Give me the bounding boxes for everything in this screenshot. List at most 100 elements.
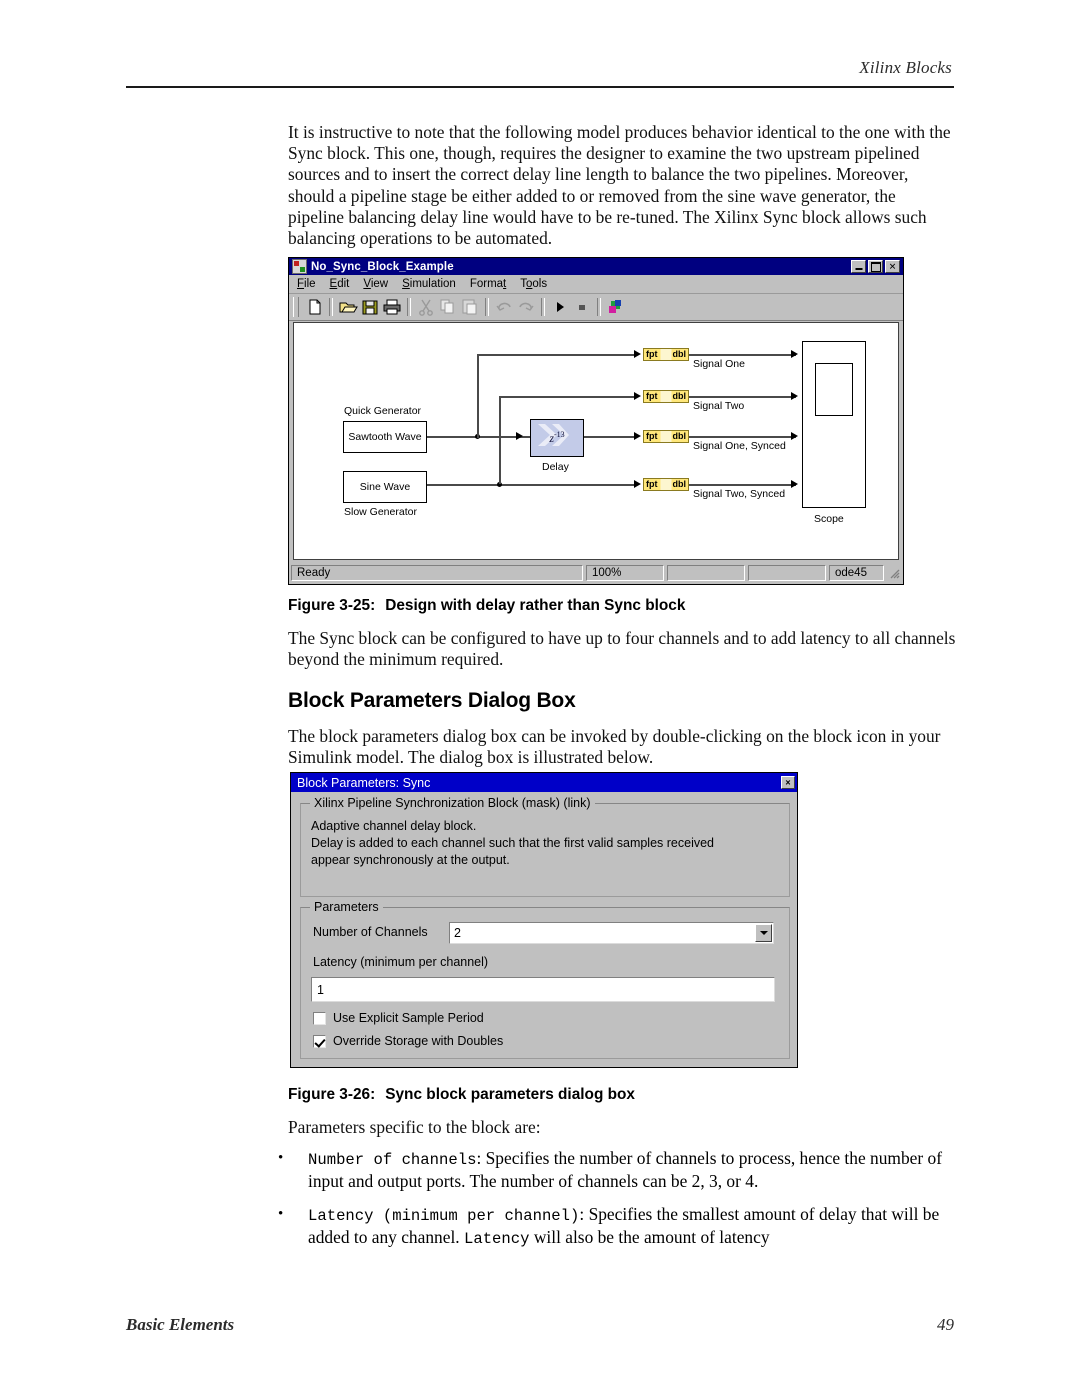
figure-3-26-caption-text: Sync block parameters dialog box: [385, 1086, 635, 1103]
dialog-titlebar: Block Parameters: Sync ×: [291, 773, 797, 792]
dialog-intro-paragraph-text: The block parameters dialog box can be i…: [288, 726, 941, 768]
simulink-window[interactable]: No_Sync_Block_Example ✕ File Edit View S…: [288, 257, 904, 585]
bullet-dot: •: [278, 1150, 284, 1166]
use-explicit-sample-period-row[interactable]: Use Explicit Sample Period: [313, 1011, 484, 1025]
intro-paragraph: It is instructive to note that the follo…: [288, 122, 956, 249]
wire-gw1-scope: [689, 354, 796, 356]
menu-edit[interactable]: Edit: [330, 278, 350, 290]
copy-icon[interactable]: [438, 297, 458, 317]
figure-3-26-number: Figure 3-26:: [288, 1086, 376, 1103]
number-of-channels-value: 2: [454, 926, 461, 940]
wire-sine-out: [427, 484, 637, 486]
cut-scissors-icon[interactable]: [416, 297, 436, 317]
arrow-gateway-1: [634, 350, 641, 358]
gateway-right-label: dbl: [672, 349, 687, 359]
gateway-out-3[interactable]: fpt dbl: [643, 430, 689, 443]
mask-description-group: Xilinx Pipeline Synchronization Block (m…: [300, 796, 790, 897]
minimize-button[interactable]: [851, 260, 866, 273]
parameters-group: Parameters Number of Channels 2 Latency …: [300, 900, 790, 1059]
gateway-right-label: dbl: [672, 431, 687, 441]
print-icon[interactable]: [382, 297, 402, 317]
figure-3-25-number: Figure 3-25:: [288, 597, 376, 614]
override-storage-with-doubles-checkbox[interactable]: [313, 1034, 326, 1048]
zoom-level: 100%: [586, 565, 664, 581]
params-intro-text: Parameters specific to the block are:: [288, 1117, 541, 1137]
sawtooth-wave-label: Sawtooth Wave: [348, 431, 422, 443]
override-storage-with-doubles-row[interactable]: Override Storage with Doubles: [313, 1034, 503, 1048]
menu-format[interactable]: Format: [470, 278, 506, 290]
delay-block-label: Delay: [542, 461, 569, 473]
close-button[interactable]: ✕: [885, 260, 900, 273]
mask-description-line-3: appear synchronously at the output.: [311, 853, 510, 867]
sine-wave-block[interactable]: Sine Wave: [343, 471, 427, 503]
toolbar-grip[interactable]: [293, 297, 299, 317]
arrow-scope-in-2: [791, 392, 798, 400]
simulink-titlebar: No_Sync_Block_Example ✕: [289, 258, 903, 275]
menu-view[interactable]: View: [363, 278, 388, 290]
intro-paragraph-text: It is instructive to note that the follo…: [288, 122, 951, 249]
arrow-gateway-4: [634, 480, 641, 488]
latency-input[interactable]: 1: [311, 977, 775, 1002]
use-explicit-sample-period-checkbox[interactable]: [313, 1011, 326, 1025]
list-item: • Latency (minimum per channel): Specifie…: [270, 1204, 970, 1251]
gateway-out-1[interactable]: fpt dbl: [643, 348, 689, 361]
scope-label: Scope: [814, 513, 844, 525]
gateway-out-4[interactable]: fpt dbl: [643, 478, 689, 491]
wire-gw4-scope: [689, 484, 796, 486]
mid-paragraph-text: The Sync block can be configured to have…: [288, 628, 956, 670]
sawtooth-wave-block[interactable]: Sawtooth Wave: [343, 421, 427, 453]
bullet-dot: •: [278, 1205, 284, 1222]
simulink-window-title: No_Sync_Block_Example: [311, 260, 454, 273]
list-item: • Number of channels: Specifies the numbe…: [270, 1148, 970, 1193]
paste-icon[interactable]: [460, 297, 480, 317]
stop-simulation-icon[interactable]: [572, 297, 592, 317]
toolbar-separator: [329, 298, 333, 316]
gateway-right-label: dbl: [672, 391, 687, 401]
simulink-statusbar: Ready 100% ode45: [291, 564, 901, 582]
delay-block-icon-text: z-13: [549, 430, 565, 445]
wire-sine-branch-up: [499, 396, 501, 484]
wire-delay-out: [584, 436, 637, 438]
dialog-intro-paragraph: The block parameters dialog box can be i…: [288, 726, 960, 768]
toolbar-separator: [597, 298, 601, 316]
latency-label: Latency (minimum per channel): [313, 955, 489, 969]
mask-description-line-2: Delay is added to each channel such that…: [311, 836, 715, 850]
undo-icon[interactable]: [494, 297, 514, 317]
xilinx-blockset-icon[interactable]: [606, 297, 626, 317]
figure-3-26-caption: Figure 3-26: Sync block parameters dialog…: [288, 1086, 635, 1104]
simulink-canvas[interactable]: Quick Generator Sawtooth Wave Sine Wave …: [293, 322, 899, 560]
section-heading: Block Parameters Dialog Box: [288, 689, 576, 712]
chevron-down-icon[interactable]: [755, 924, 772, 942]
save-disk-icon[interactable]: [360, 297, 380, 317]
redo-icon[interactable]: [516, 297, 536, 317]
wire-gw3-scope: [689, 436, 796, 438]
menu-tools[interactable]: Tools: [520, 278, 547, 290]
new-file-icon[interactable]: [304, 297, 324, 317]
mask-description-line-1: Adaptive channel delay block.: [311, 819, 477, 833]
open-folder-icon[interactable]: [338, 297, 358, 317]
mid-paragraph: The Sync block can be configured to have…: [288, 628, 960, 670]
delay-block[interactable]: z-13: [530, 419, 584, 457]
mask-description: Adaptive channel delay block. Delay is a…: [311, 818, 779, 869]
signal-label-2: Signal Two: [693, 400, 745, 412]
bullet-2-mono: Latency (minimum per channel): [308, 1206, 580, 1225]
mask-group-label: Xilinx Pipeline Synchronization Block (m…: [310, 796, 595, 810]
number-of-channels-select[interactable]: 2: [449, 922, 774, 944]
toolbar-separator: [485, 298, 489, 316]
menu-file[interactable]: File: [297, 278, 316, 290]
use-explicit-sample-period-label: Use Explicit Sample Period: [333, 1011, 484, 1025]
header-rule: [126, 86, 954, 88]
dialog-close-button[interactable]: ×: [781, 776, 795, 789]
wire-gw2-scope: [689, 396, 796, 398]
status-field-3: [667, 565, 745, 581]
toolbar-separator: [541, 298, 545, 316]
start-simulation-icon[interactable]: [550, 297, 570, 317]
menu-simulation[interactable]: Simulation: [402, 278, 456, 290]
block-parameters-dialog[interactable]: Block Parameters: Sync × Xilinx Pipeline…: [290, 772, 798, 1068]
simulink-model-icon: [292, 259, 307, 274]
running-head: Xilinx Blocks: [859, 58, 952, 77]
gateway-out-2[interactable]: fpt dbl: [643, 390, 689, 403]
maximize-button[interactable]: [868, 260, 883, 273]
resize-grip-icon[interactable]: [887, 566, 901, 580]
latency-value: 1: [317, 982, 324, 997]
